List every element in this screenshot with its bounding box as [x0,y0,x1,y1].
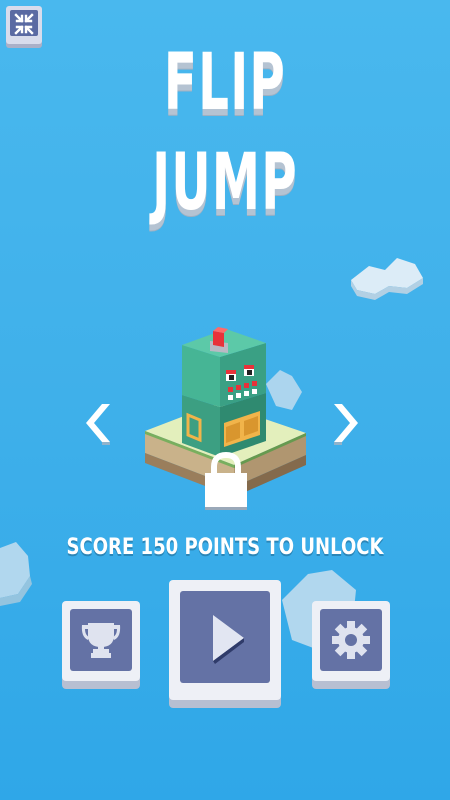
compress-arrows-icon [14,13,34,35]
cloud-decoration [0,542,32,606]
cloud-decoration [351,258,423,300]
exit-fullscreen-button[interactable] [6,6,42,44]
robot-character [182,327,266,457]
gear-icon [332,621,370,659]
chevron-right-icon[interactable] [326,400,362,446]
trophy-icon [81,623,121,658]
play-icon [213,615,244,664]
unlock-requirement-text: SCORE 150 POINTS TO UNLOCK [66,535,384,560]
leaderboard-button[interactable] [62,601,140,681]
chevron-left-icon[interactable] [82,400,118,446]
game-title-line2: JUMP [152,138,298,228]
game-title-line1: FLIP [163,38,287,128]
locked-character-preview[interactable] [140,315,320,535]
settings-button[interactable] [312,601,390,681]
play-button[interactable] [169,580,281,700]
game-screen: FLIP JUMP SCORE 150 POINTS TO UNLOCK [0,0,450,800]
